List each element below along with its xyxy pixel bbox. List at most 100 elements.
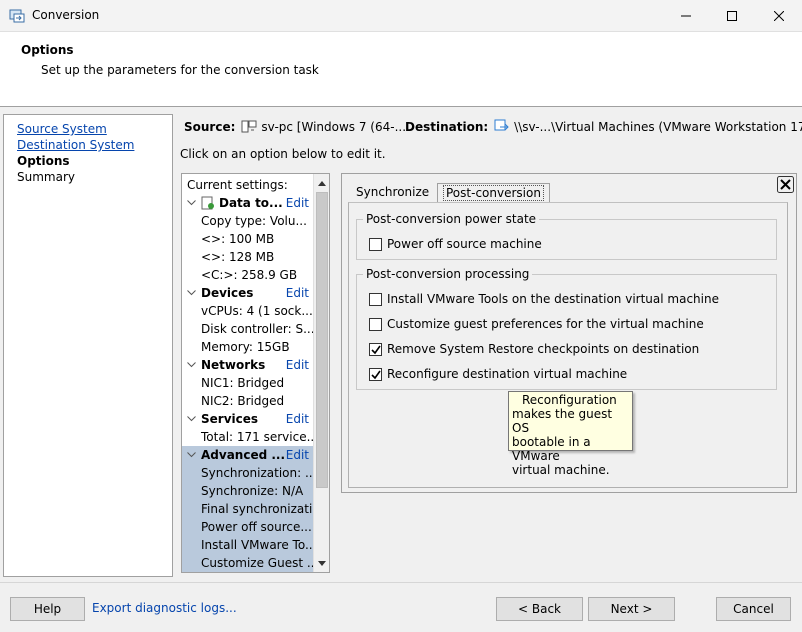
settings-item[interactable]: <>: 100 MB xyxy=(182,230,313,248)
vmware-export-icon xyxy=(494,119,509,131)
current-settings-tree[interactable]: Current settings: Data to... Edit Copy t… xyxy=(181,173,330,573)
power-off-source-label: Power off source machine xyxy=(387,237,542,251)
nav-item-options: Options xyxy=(17,154,70,168)
settings-item[interactable]: vCPUs: 4 (1 sock... xyxy=(182,302,313,320)
close-icon xyxy=(774,10,784,21)
edit-link-networks[interactable]: Edit xyxy=(286,356,309,374)
checkmark-icon xyxy=(371,370,381,380)
settings-item[interactable]: NIC1: Bridged xyxy=(182,374,313,392)
tab-post-conversion-label: Post-conversion xyxy=(443,185,544,201)
nav-item-source-system[interactable]: Source System xyxy=(17,122,107,137)
settings-item[interactable]: NIC2: Bridged xyxy=(182,392,313,410)
remove-restore-checkbox[interactable] xyxy=(369,343,382,356)
scroll-up-icon xyxy=(318,180,326,186)
settings-group-advanced[interactable]: Advanced ... Edit xyxy=(182,446,313,464)
minimize-button[interactable] xyxy=(663,0,709,31)
checkmark-icon xyxy=(371,345,381,355)
panel-close-icon[interactable] xyxy=(777,176,794,193)
settings-item[interactable]: <>: 128 MB xyxy=(182,248,313,266)
destination-value: \\sv-...\Virtual Machines (VMware Workst… xyxy=(514,120,802,134)
app-icon xyxy=(9,9,25,23)
settings-item[interactable]: <C:>: 258.9 GB xyxy=(182,266,313,284)
scroll-down-button[interactable] xyxy=(314,555,329,571)
tab-post-conversion[interactable]: Post-conversion xyxy=(437,183,550,203)
disk-icon xyxy=(201,196,214,210)
caret-down-icon[interactable] xyxy=(187,362,196,368)
caret-down-icon[interactable] xyxy=(187,200,196,206)
wizard-steps: Source System Destination System Options… xyxy=(3,114,173,577)
customize-guest-checkbox[interactable] xyxy=(369,318,382,331)
settings-item[interactable]: Install VMware To... xyxy=(182,536,313,554)
destination-summary: Destination: \\sv-...\Virtual Machines (V… xyxy=(405,118,802,134)
settings-group-services[interactable]: Services Edit xyxy=(182,410,313,428)
source-value: sv-pc [Windows 7 (64-... xyxy=(261,120,407,134)
tooltip-line: bootable in a VMware xyxy=(512,435,591,463)
reconfigure-vm-label: Reconfigure destination virtual machine xyxy=(387,367,628,381)
reconfigure-vm-checkbox[interactable] xyxy=(369,368,382,381)
wizard-header: Options Set up the parameters for the co… xyxy=(0,32,802,107)
minimize-icon xyxy=(681,15,691,16)
caret-down-icon[interactable] xyxy=(187,416,196,422)
page-subtitle: Set up the parameters for the conversion… xyxy=(41,63,319,77)
settings-item[interactable]: Customize Guest ... xyxy=(182,554,313,572)
computer-icon xyxy=(241,120,257,133)
next-button[interactable]: Next > xyxy=(588,597,675,621)
power-off-source-checkbox[interactable] xyxy=(369,238,382,251)
title-bar: Conversion xyxy=(0,0,802,32)
back-button[interactable]: < Back xyxy=(496,597,583,621)
settings-scrollbar[interactable] xyxy=(313,174,329,572)
maximize-icon xyxy=(727,10,737,21)
settings-item[interactable]: Synchronization: ... xyxy=(182,464,313,482)
cancel-button[interactable]: Cancel xyxy=(716,597,791,621)
settings-group-devices[interactable]: Devices Edit xyxy=(182,284,313,302)
close-button[interactable] xyxy=(756,0,802,31)
install-tools-checkbox[interactable] xyxy=(369,293,382,306)
tooltip-line: virtual machine. xyxy=(512,463,610,477)
tab-synchronize[interactable]: Synchronize xyxy=(350,183,435,203)
settings-group-label: Networks xyxy=(201,358,266,372)
window-title: Conversion xyxy=(32,8,100,22)
edit-hint: Click on an option below to edit it. xyxy=(180,147,386,161)
scroll-down-icon xyxy=(318,560,326,566)
edit-link-advanced[interactable]: Edit xyxy=(286,446,309,464)
settings-item[interactable]: Memory: 15GB xyxy=(182,338,313,356)
settings-group-label: Services xyxy=(201,412,259,426)
settings-item[interactable]: Final synchronizati... xyxy=(182,500,313,518)
tooltip-line: Reconfiguration xyxy=(522,393,617,407)
edit-link-devices[interactable]: Edit xyxy=(286,284,309,302)
edit-link-data-to-copy[interactable]: Edit xyxy=(286,194,309,212)
settings-item[interactable]: Synchronize: N/A xyxy=(182,482,313,500)
edit-link-services[interactable]: Edit xyxy=(286,410,309,428)
power-state-group: Post-conversion power state Power off so… xyxy=(356,211,777,260)
scroll-thumb[interactable] xyxy=(316,192,328,488)
help-button[interactable]: Help xyxy=(10,597,85,621)
settings-item[interactable]: Copy type: Volu... xyxy=(182,212,313,230)
page-title: Options xyxy=(21,43,74,57)
caret-down-icon[interactable] xyxy=(187,290,196,296)
source-summary: Source: sv-pc [Windows 7 (64-... xyxy=(184,118,406,134)
export-logs-link[interactable]: Export diagnostic logs... xyxy=(92,601,237,615)
destination-label: Destination: xyxy=(405,120,489,134)
install-tools-label: Install VMware Tools on the destination … xyxy=(387,292,719,306)
settings-group-label: Data to... xyxy=(219,196,283,210)
processing-group-title: Post-conversion processing xyxy=(363,266,533,282)
caret-down-icon[interactable] xyxy=(187,452,196,458)
nav-item-destination-system[interactable]: Destination System xyxy=(17,138,134,153)
settings-group-data-to-copy[interactable]: Data to... Edit xyxy=(182,194,313,212)
settings-group-networks[interactable]: Networks Edit xyxy=(182,356,313,374)
settings-item[interactable]: Power off source... xyxy=(182,518,313,536)
settings-heading: Current settings: xyxy=(187,178,288,192)
maximize-button[interactable] xyxy=(709,0,755,31)
nav-item-summary: Summary xyxy=(17,170,75,184)
wizard-footer: Help Export diagnostic logs... < Back Ne… xyxy=(0,582,802,632)
customize-guest-label: Customize guest preferences for the virt… xyxy=(387,317,704,331)
processing-group: Post-conversion processing Install VMwar… xyxy=(356,266,777,390)
reconfigure-tooltip: Reconfiguration makes the guest OS boota… xyxy=(508,391,633,477)
power-state-group-title: Post-conversion power state xyxy=(363,211,540,227)
scroll-up-button[interactable] xyxy=(314,175,329,191)
remove-restore-label: Remove System Restore checkpoints on des… xyxy=(387,342,700,356)
settings-group-label: Advanced ... xyxy=(201,448,286,462)
settings-item[interactable]: Disk controller: S... xyxy=(182,320,313,338)
settings-item[interactable]: Total: 171 service... xyxy=(182,428,313,446)
source-label: Source: xyxy=(184,120,236,134)
